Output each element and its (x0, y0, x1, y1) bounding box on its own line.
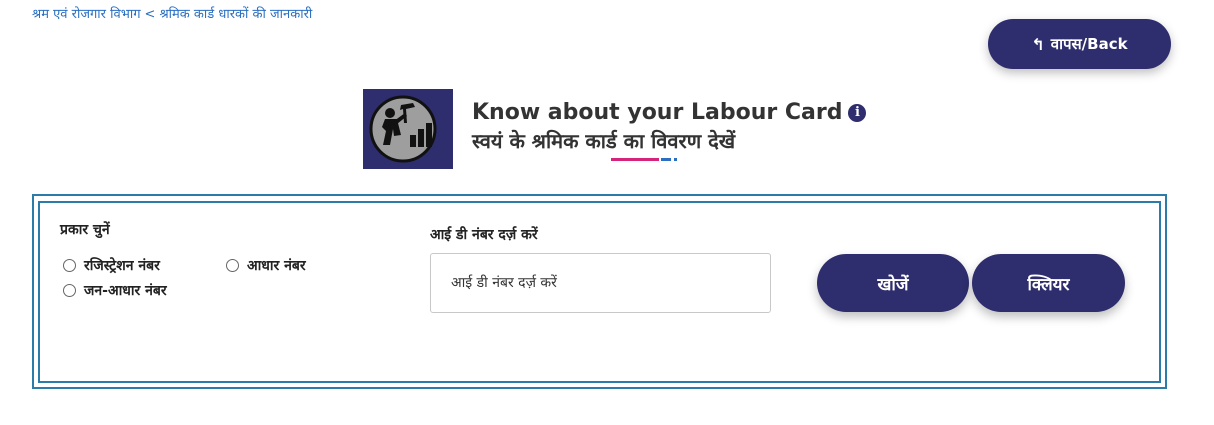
breadcrumb-parent-link[interactable]: श्रम एवं रोजगार विभाग (32, 7, 141, 22)
back-button-label: वापस/Back (1050, 35, 1128, 53)
radio-registration-label: रजिस्ट्रेशन नंबर (84, 258, 160, 274)
breadcrumb: श्रम एवं रोजगार विभाग < श्रमिक कार्ड धारको… (32, 4, 312, 22)
underline-pink-segment (611, 158, 659, 161)
radio-option-registration[interactable]: रजिस्ट्रेशन नंबर (63, 256, 160, 275)
radio-jan-aadhaar[interactable] (63, 284, 76, 297)
search-button[interactable]: खोजें (817, 254, 969, 312)
page-title-en-text: Know about your Labour Card (472, 100, 843, 125)
underline-blue-segment (661, 158, 671, 161)
radio-jan-aadhaar-label: जन-आधार नंबर (84, 283, 167, 299)
back-button[interactable]: ↰ वापस/Back (988, 19, 1171, 69)
info-icon[interactable]: i (848, 103, 867, 122)
title-underline-decoration (611, 158, 677, 161)
radio-aadhaar-label: आधार नंबर (247, 258, 306, 274)
id-number-input[interactable] (430, 253, 771, 313)
labour-card-logo (363, 89, 453, 169)
radio-registration[interactable] (63, 259, 76, 272)
page-title-en: Know about your Labour Card i (472, 100, 867, 125)
id-number-label: आई डी नंबर दर्ज़ करें (430, 227, 538, 243)
labour-worker-icon (369, 95, 437, 163)
radio-option-aadhaar[interactable]: आधार नंबर (226, 256, 306, 275)
breadcrumb-separator: < (144, 7, 156, 22)
underline-dot (674, 158, 677, 161)
radio-aadhaar[interactable] (226, 259, 239, 272)
breadcrumb-current-link[interactable]: श्रमिक कार्ड धारकों की जानकारी (159, 7, 312, 22)
clear-button[interactable]: क्लियर (972, 254, 1125, 312)
back-arrow-icon: ↰ (1031, 34, 1045, 54)
page-title-hi: स्वयं के श्रमिक कार्ड का विवरण देखें (472, 129, 736, 153)
radio-option-jan-aadhaar[interactable]: जन-आधार नंबर (63, 281, 167, 300)
page-heading: Know about your Labour Card i स्वयं के श… (472, 100, 867, 154)
type-select-label: प्रकार चुनें (60, 222, 110, 238)
